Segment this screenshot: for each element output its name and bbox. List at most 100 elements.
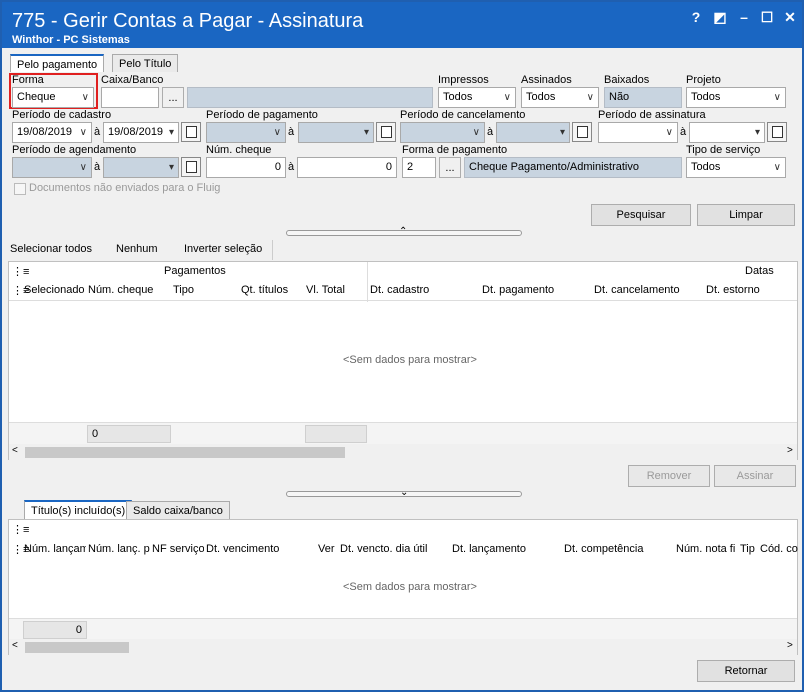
selecionar-todos-button[interactable]: Selecionar todos xyxy=(10,243,92,255)
assinatura-to-date[interactable]: ▾ xyxy=(689,122,765,143)
col-dt-estorno[interactable]: Dt. estorno xyxy=(706,284,760,296)
fluig-checkbox[interactable] xyxy=(14,183,26,195)
col-num-lancamento[interactable]: Núm. lançam xyxy=(24,543,86,555)
tab-titulos-incluidos[interactable]: Título(s) incluído(s) xyxy=(24,500,133,520)
tab-saldo-caixa[interactable]: Saldo caixa/banco xyxy=(126,501,230,521)
assinados-value: Todos xyxy=(526,91,556,103)
col-num-nota[interactable]: Núm. nota fi xyxy=(676,543,738,555)
close-button[interactable]: ✕ xyxy=(780,8,800,26)
col-ver[interactable]: Ver xyxy=(318,543,338,555)
agendamento-to-date[interactable]: ▾ xyxy=(103,157,179,178)
chevron-down-icon: ▾ xyxy=(754,127,760,138)
col-dt-cancelamento[interactable]: Dt. cancelamento xyxy=(594,284,680,296)
scroll-right-icon[interactable]: > xyxy=(787,640,793,651)
col-cod-co[interactable]: Cód. co xyxy=(760,543,798,555)
cancelamento-from-date[interactable]: ∨ xyxy=(400,122,485,143)
col-tipo[interactable]: Tipo xyxy=(173,284,194,296)
impressos-label: Impressos xyxy=(438,74,489,86)
chevron-up-icon[interactable]: ⌃ xyxy=(399,226,407,237)
scroll-right-icon[interactable]: > xyxy=(787,445,793,456)
col-num-lanc-p[interactable]: Núm. lanç. p xyxy=(88,543,150,555)
col-vl-total[interactable]: Vl. Total xyxy=(306,284,345,296)
calendar-icon[interactable] xyxy=(767,122,787,142)
tipo-servico-select[interactable]: Todos ∨ xyxy=(686,157,786,178)
cadastro-to-value: 19/08/2019 xyxy=(108,126,164,138)
calendar-icon[interactable] xyxy=(181,122,201,142)
cancelamento-to-date[interactable]: ▾ xyxy=(496,122,570,143)
grid-menu-icon[interactable]: ⋮≡ xyxy=(12,523,29,536)
horizontal-scrollbar[interactable]: < > xyxy=(9,639,797,655)
forma-pagamento-search-button[interactable]: ... xyxy=(439,157,461,178)
range-separator: à xyxy=(288,161,295,173)
grid-menu-icon[interactable]: ⋮≡ xyxy=(12,265,29,278)
pesquisar-button[interactable]: Pesquisar xyxy=(591,204,691,226)
cancelamento-label: Período de cancelamento xyxy=(400,109,526,121)
forma-value: Cheque xyxy=(17,91,56,103)
titulos-grid: ⋮≡ ⋮≡ Núm. lançam Núm. lanç. p NF serviç… xyxy=(8,519,798,655)
assinados-select[interactable]: Todos ∨ xyxy=(521,87,599,108)
impressos-select[interactable]: Todos ∨ xyxy=(438,87,516,108)
inverter-selecao-button[interactable]: Inverter seleção xyxy=(184,243,262,255)
num-cheque-label: Núm. cheque xyxy=(206,144,272,156)
pagamentos-grid: ⋮≡ Pagamentos Datas ⋮≡ Selecionado Núm. … xyxy=(8,261,798,460)
pagamento-from-date[interactable]: ∨ xyxy=(206,122,286,143)
empty-message: <Sem dados para mostrar> xyxy=(343,581,477,593)
forma-pagamento-label: Forma de pagamento xyxy=(402,144,508,156)
tipo-servico-value: Todos xyxy=(691,161,721,173)
footer-count: 0 xyxy=(87,425,171,443)
horizontal-scrollbar[interactable]: < > xyxy=(9,444,797,460)
help-button[interactable]: ? xyxy=(686,8,706,26)
caixa-desc-field xyxy=(187,87,433,108)
col-qt-titulos[interactable]: Qt. títulos xyxy=(241,284,288,296)
assinatura-label: Período de assinatura xyxy=(598,109,706,121)
scroll-left-icon[interactable]: < xyxy=(12,640,18,651)
limpar-button[interactable]: Limpar xyxy=(697,204,795,226)
assinar-button[interactable]: Assinar xyxy=(714,465,796,487)
assinatura-from-date[interactable]: ∨ xyxy=(598,122,678,143)
cadastro-from-date[interactable]: 19/08/2019 ∨ xyxy=(12,122,92,143)
num-cheque-from-input[interactable]: 0 xyxy=(206,157,286,178)
tab-pelo-titulo[interactable]: Pelo Título xyxy=(112,54,179,74)
calendar-icon[interactable] xyxy=(572,122,592,142)
caixa-search-button[interactable]: ... xyxy=(162,87,184,108)
agendamento-from-date[interactable]: ∨ xyxy=(12,157,92,178)
col-selecionado[interactable]: Selecionado xyxy=(24,284,85,296)
calendar-icon[interactable] xyxy=(376,122,396,142)
range-separator: à xyxy=(487,126,494,138)
forma-pagamento-code-input[interactable]: 2 xyxy=(402,157,436,178)
col-num-cheque[interactable]: Núm. cheque xyxy=(88,284,153,296)
cadastro-to-date[interactable]: 19/08/2019 ▾ xyxy=(103,122,179,143)
col-dt-cadastro[interactable]: Dt. cadastro xyxy=(370,284,429,296)
baixados-label: Baixados xyxy=(604,74,650,86)
col-dt-vencto-dia-util[interactable]: Dt. vencto. dia útil xyxy=(340,543,427,555)
pagamento-to-date[interactable]: ▾ xyxy=(298,122,374,143)
grid-footer: 0 xyxy=(9,422,797,444)
forma-select[interactable]: Cheque ∨ xyxy=(12,87,94,108)
maximize-button[interactable]: ☐ xyxy=(757,8,777,26)
retornar-button[interactable]: Retornar xyxy=(697,660,795,682)
num-cheque-to-input[interactable]: 0 xyxy=(297,157,397,178)
chevron-down-icon: ∨ xyxy=(81,92,89,103)
col-tip[interactable]: Tip xyxy=(740,543,758,555)
col-dt-pagamento[interactable]: Dt. pagamento xyxy=(482,284,554,296)
chevron-down-icon[interactable]: ⌄ xyxy=(400,487,408,498)
impressos-value: Todos xyxy=(443,91,473,103)
caixa-code-input[interactable] xyxy=(101,87,159,108)
calendar-icon[interactable] xyxy=(181,157,201,177)
col-dt-competencia[interactable]: Dt. competência xyxy=(564,543,643,555)
nenhum-button[interactable]: Nenhum xyxy=(116,243,158,255)
scroll-left-icon[interactable]: < xyxy=(12,445,18,456)
tab-pelo-pagamento[interactable]: Pelo pagamento xyxy=(10,54,105,74)
col-nf-servico[interactable]: NF serviço xyxy=(152,543,204,555)
chevron-down-icon: ∨ xyxy=(773,162,781,173)
restore-icon[interactable]: ◩ xyxy=(710,8,730,26)
projeto-select[interactable]: Todos ∨ xyxy=(686,87,786,108)
scroll-thumb[interactable] xyxy=(25,447,345,458)
minimize-button[interactable]: – xyxy=(734,8,754,26)
col-dt-lancamento[interactable]: Dt. lançamento xyxy=(452,543,526,555)
col-dt-vencimento[interactable]: Dt. vencimento xyxy=(206,543,279,555)
agendamento-label: Período de agendamento xyxy=(12,144,137,156)
scroll-thumb[interactable] xyxy=(25,642,129,653)
remover-button[interactable]: Remover xyxy=(628,465,710,487)
app-window: 775 - Gerir Contas a Pagar - Assinatura … xyxy=(0,0,804,692)
